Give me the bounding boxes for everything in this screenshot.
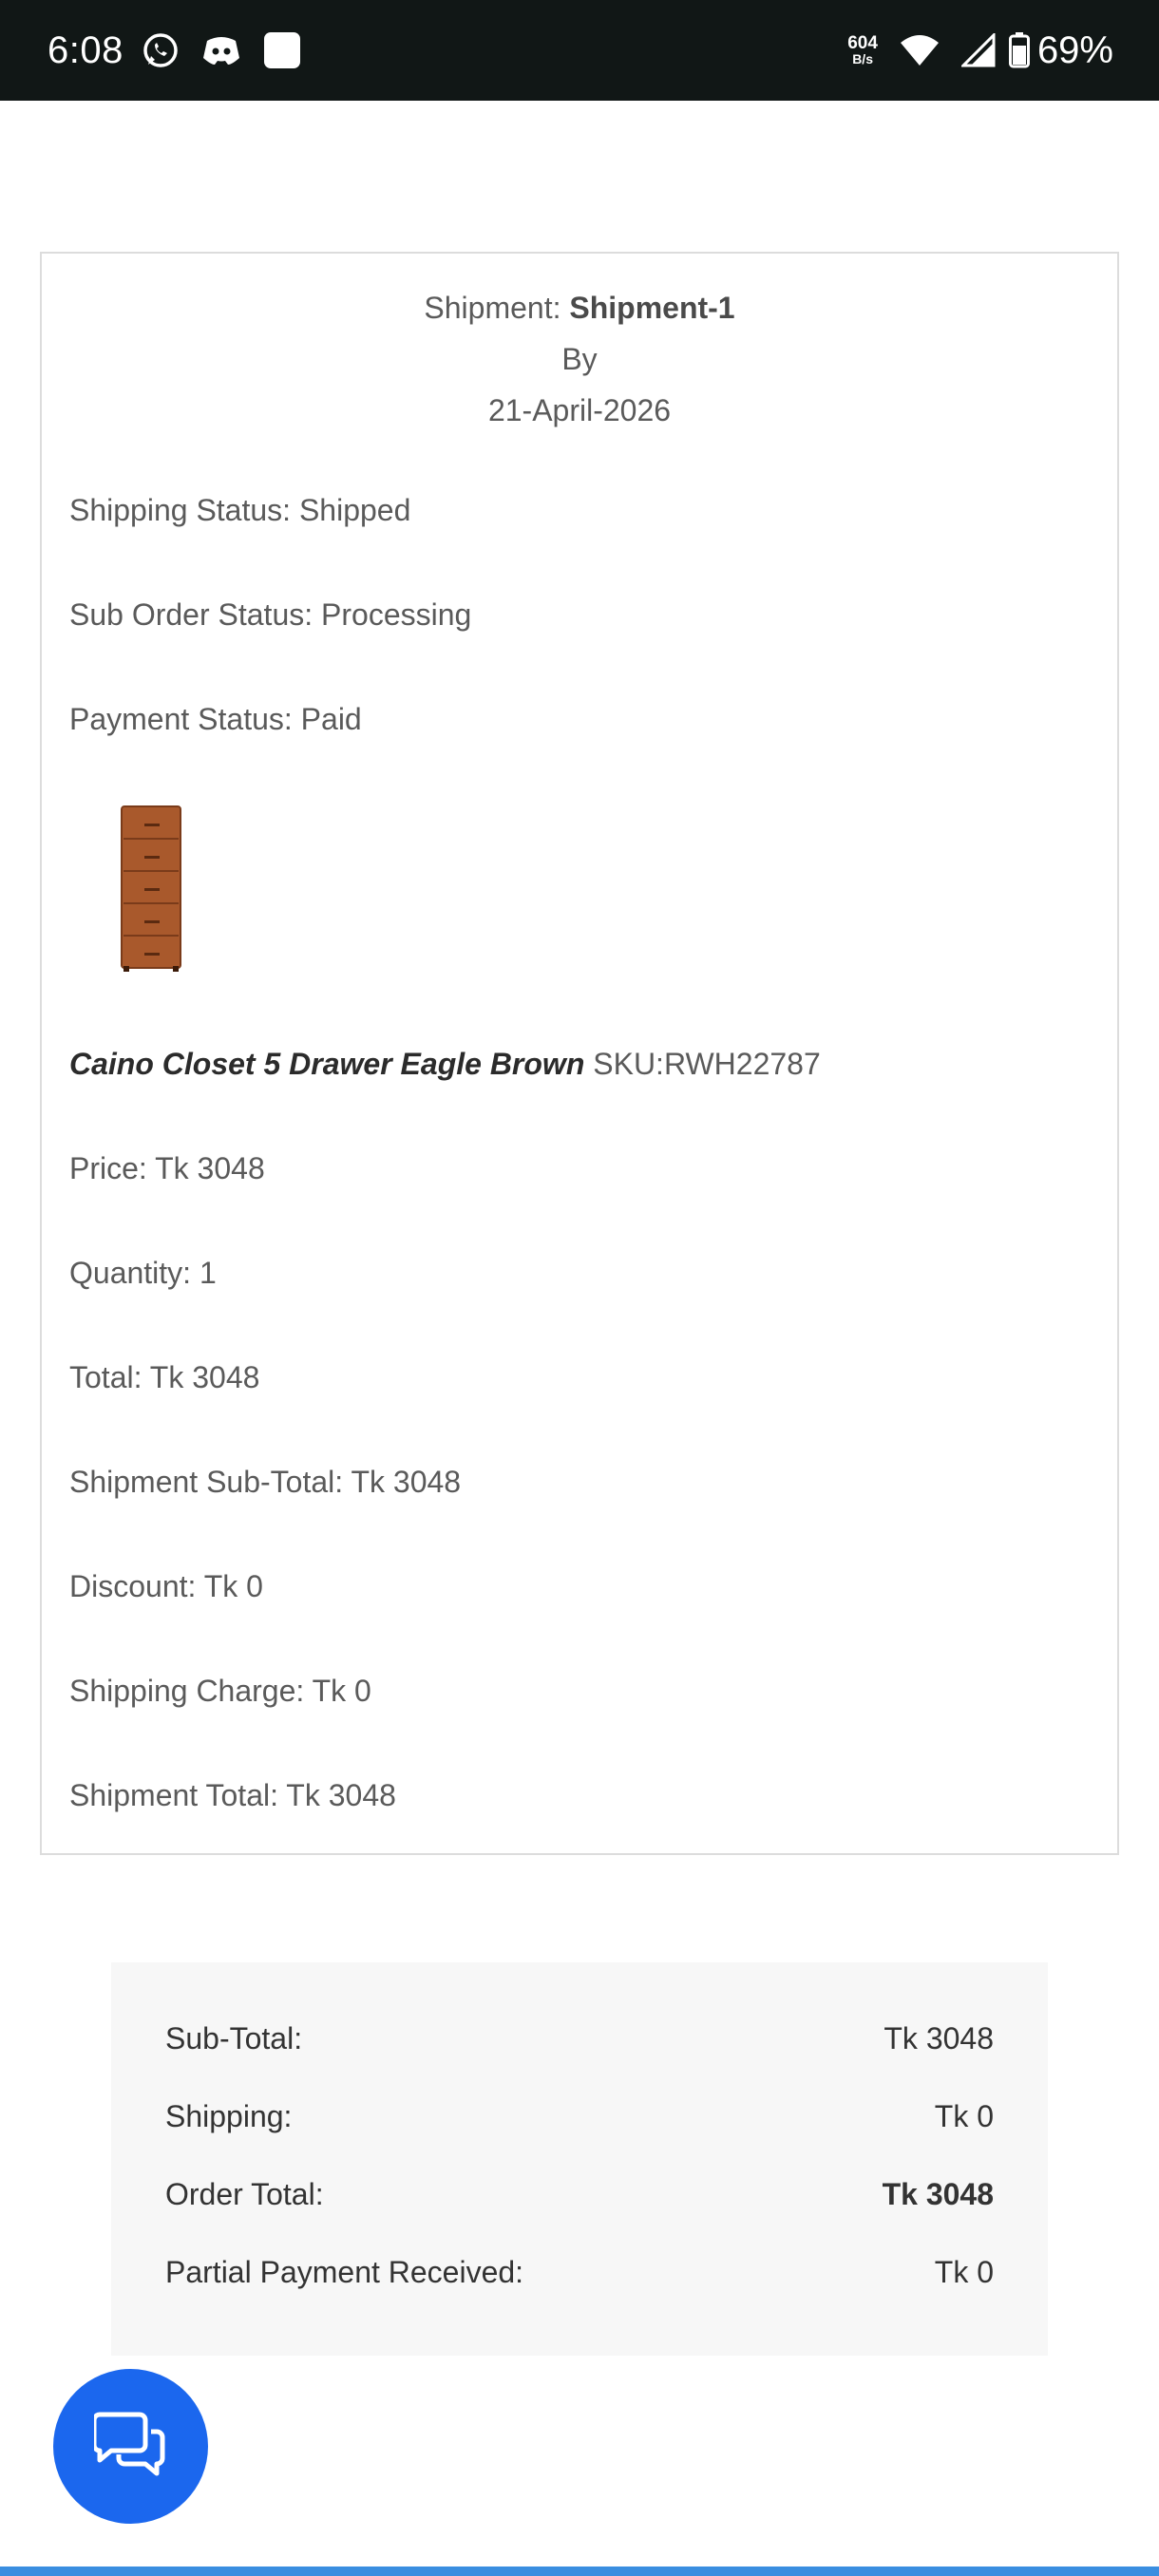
summary-label: Partial Payment Received: [165,2255,524,2289]
summary-row-partial-payment: Partial Payment Received: Tk 0 [165,2255,994,2290]
shipment-card: Shipment: Shipment-1 By 21-April-2026 Sh… [40,252,1119,1855]
shipping-charge: Shipping Charge: Tk 0 [69,1674,371,1708]
wifi-icon [899,33,940,67]
status-bar-right: 604 B/s 69% [847,29,1113,72]
summary-value: Tk 3048 [882,2177,994,2211]
product-quantity: Quantity: 1 [69,1256,217,1290]
signal-icon [960,33,996,67]
summary-value: Tk 0 [934,2255,994,2289]
summary-label: Sub-Total: [165,2021,303,2055]
chat-button[interactable] [53,2369,208,2524]
product-image[interactable] [110,803,220,974]
app-square-icon [262,30,302,70]
product-name[interactable]: Caino Closet 5 Drawer Eagle Brown [69,1047,584,1081]
summary-row-order-total: Order Total: Tk 3048 [165,2177,994,2212]
summary-value: Tk 3048 [884,2021,994,2055]
sub-order-status: Sub Order Status: Processing [69,597,472,632]
shipment-by: By [561,342,598,376]
summary-label: Order Total: [165,2177,324,2211]
shipment-total: Shipment Total: Tk 3048 [69,1778,396,1812]
shipment-label: Shipment: [424,291,561,325]
battery-icon [1008,32,1030,68]
chat-bubbles-icon [91,2409,168,2484]
shipping-status: Shipping Status: Shipped [69,493,411,527]
network-speed-value: 604 [847,33,878,53]
summary-row-sub-total: Sub-Total: Tk 3048 [165,2021,994,2056]
clock: 6:08 [48,28,124,71]
product-sku: SKU:RWH22787 [593,1047,821,1081]
order-summary: Sub-Total: Tk 3048 Shipping: Tk 0 Order … [111,1962,1048,2356]
shipment-title-line: Shipment: Shipment-1 [42,282,1117,333]
whatsapp-icon [141,30,180,70]
payment-status: Payment Status: Paid [69,702,362,736]
shipment-header: Shipment: Shipment-1 By 21-April-2026 [42,282,1117,436]
shipment-date: 21-April-2026 [487,393,672,427]
product-total: Total: Tk 3048 [69,1360,260,1394]
discord-icon [201,33,241,67]
summary-value: Tk 0 [934,2099,994,2133]
shipment-sub-total: Shipment Sub-Total: Tk 3048 [69,1465,462,1499]
summary-row-shipping: Shipping: Tk 0 [165,2099,994,2134]
network-speed-unit: B/s [852,51,873,66]
bottom-accent-bar [0,2567,1159,2576]
product-line: Caino Closet 5 Drawer Eagle Brown SKU:RW… [69,1047,821,1082]
product-price: Price: Tk 3048 [69,1151,265,1185]
shipment-name: Shipment-1 [569,291,735,325]
summary-label: Shipping: [165,2099,293,2133]
status-bar: 6:08 604 B/s 69% [0,0,1159,101]
network-speed: 604 B/s [847,34,878,66]
shipment-discount: Discount: Tk 0 [69,1569,263,1603]
status-bar-left: 6:08 [48,29,323,72]
battery-percent: 69% [1036,28,1113,71]
